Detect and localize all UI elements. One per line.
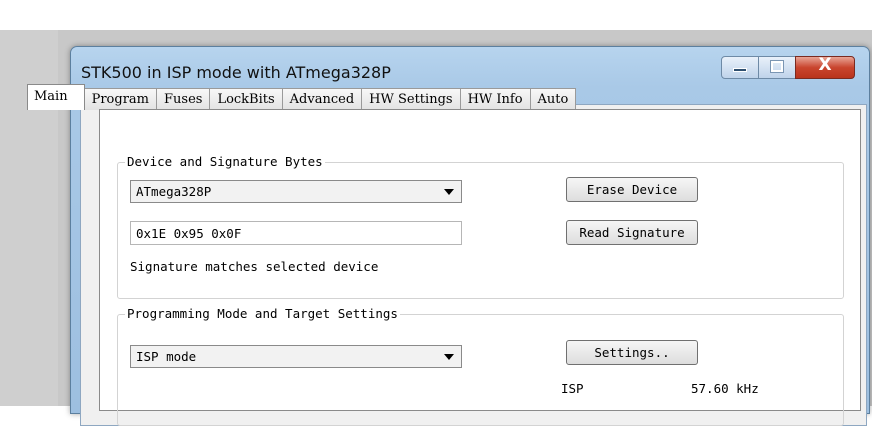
settings-button[interactable]: Settings.. [566,340,698,365]
tab-program[interactable]: Program [83,88,157,110]
minimize-button[interactable] [721,56,759,79]
programming-mode-value: ISP mode [136,349,197,364]
programming-mode-group: Programming Mode and Target Settings ISP… [117,306,844,426]
mode-label: ISP [561,381,584,396]
signature-field[interactable]: 0x1E 0x95 0x0F [130,221,462,245]
device-signature-group: Device and Signature Bytes ATmega328P Er… [117,154,844,299]
close-button[interactable]: X [795,55,855,79]
desktop-top-area [0,0,872,30]
caption-buttons: X [721,55,855,79]
signature-value: 0x1E 0x95 0x0F [136,226,242,241]
minimize-icon [733,68,747,72]
tab-fuses[interactable]: Fuses [156,88,211,110]
tab-main[interactable]: Main [27,84,85,110]
tab-advanced[interactable]: Advanced [281,88,363,110]
main-tab-panel: Device and Signature Bytes ATmega328P Er… [99,109,861,426]
window-title: STK500 in ISP mode with ATmega328P [81,63,391,82]
tab-auto[interactable]: Auto [529,88,577,110]
signature-status: Signature matches selected device [130,259,379,274]
dropdown-arrow-icon [444,189,454,195]
tab-strip: Main Program Fuses LockBits Advanced HW … [27,84,577,110]
programming-mode-select[interactable]: ISP mode [130,345,462,368]
tab-lockbits[interactable]: LockBits [209,88,283,110]
tab-hw-settings[interactable]: HW Settings [361,88,461,110]
maximize-button[interactable] [758,56,796,79]
tab-hw-info[interactable]: HW Info [459,88,531,110]
close-icon: X [818,55,832,75]
maximize-icon [770,60,784,73]
programming-group-legend: Programming Mode and Target Settings [125,306,400,321]
device-group-legend: Device and Signature Bytes [125,154,325,169]
read-signature-button[interactable]: Read Signature [566,220,698,245]
device-select-value: ATmega328P [136,184,212,199]
dropdown-arrow-icon [444,354,454,360]
erase-device-button[interactable]: Erase Device [566,177,698,202]
clock-frequency: 57.60 kHz [691,381,759,396]
device-select[interactable]: ATmega328P [130,180,462,203]
